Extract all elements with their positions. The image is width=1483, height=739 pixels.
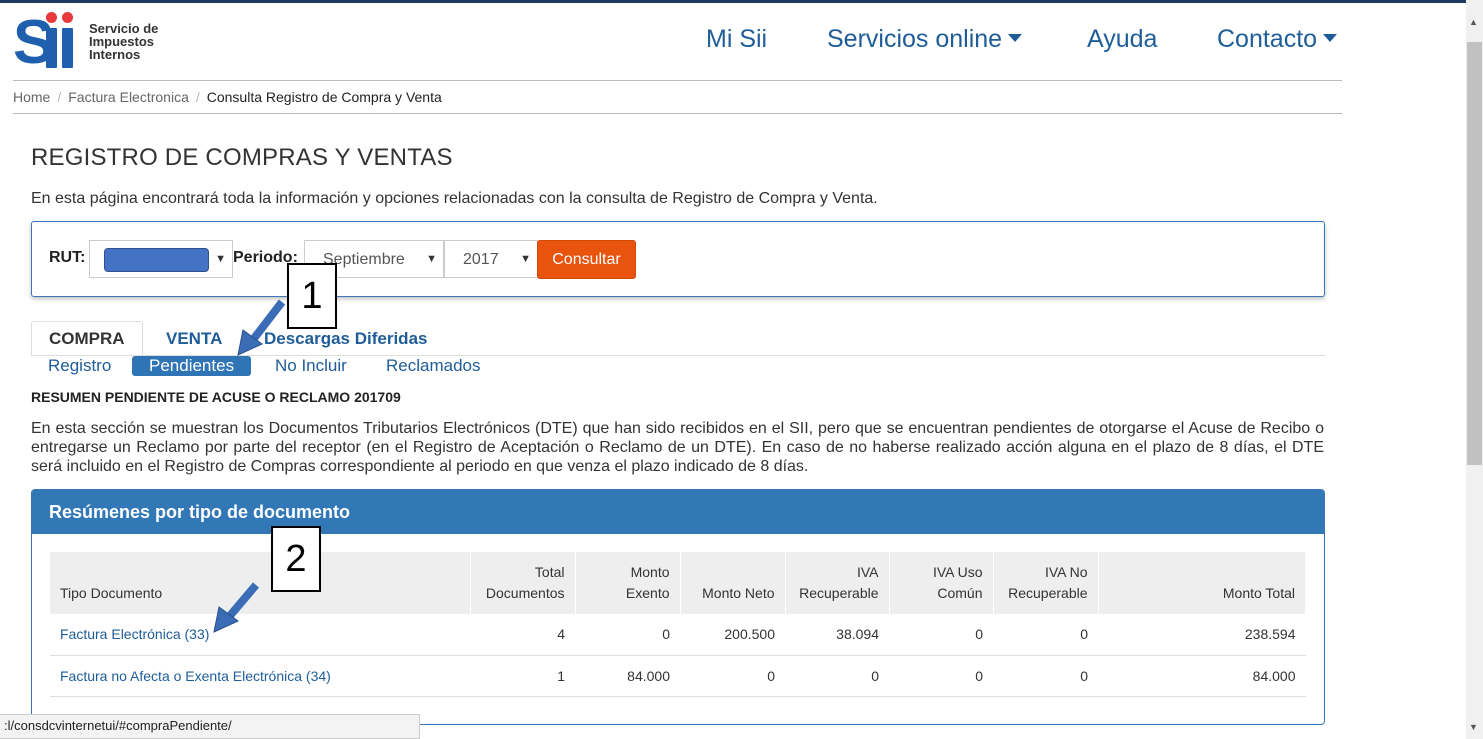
top-accent-bar <box>0 0 1483 3</box>
page-intro: En esta página encontrará toda la inform… <box>31 190 878 207</box>
table-cell: 238.594 <box>1098 614 1306 656</box>
column-header: Monto Exento <box>575 552 681 614</box>
summary-table: Tipo Documento Total Documentos Monto Exen… <box>50 552 1306 697</box>
table-cell: 84.000 <box>575 655 680 697</box>
column-header: Tipo Documento <box>50 552 471 614</box>
rut-select[interactable]: ▼ <box>89 240 233 278</box>
column-header: IVA Uso Común <box>889 552 994 614</box>
rut-redacted-value <box>104 248 209 272</box>
table-row: Factura no Afecta o Exenta Electrónica (… <box>50 655 1306 697</box>
column-header: Total Documentos <box>470 552 576 614</box>
nav-mi-sii[interactable]: Mi Sii <box>706 25 767 54</box>
sii-logo-text: Servicio de Impuestos Internos <box>89 20 159 62</box>
subtab-reclamados[interactable]: Reclamados <box>386 356 481 376</box>
year-select[interactable]: 2017 ▼ <box>444 240 538 278</box>
nav-ayuda[interactable]: Ayuda <box>1087 25 1157 54</box>
document-type-link[interactable]: Factura no Afecta o Exenta Electrónica (… <box>50 655 470 697</box>
nav-contacto[interactable]: Contacto <box>1217 25 1338 54</box>
table-cell: 0 <box>575 614 680 656</box>
page-title: REGISTRO DE COMPRAS Y VENTAS <box>31 144 453 171</box>
callout-2: 2 <box>271 526 321 592</box>
subtab-no-incluir[interactable]: No Incluir <box>275 356 347 376</box>
sii-logo-mark: S <box>13 12 79 74</box>
status-bar-url: :l/consdcvinternetui/#compraPendiente/ <box>0 714 420 739</box>
summary-panel-title: Resúmenes por tipo de documento <box>32 490 1324 534</box>
caret-down-icon <box>1323 34 1338 43</box>
sii-logo[interactable]: S Servicio de Impuestos Internos <box>13 12 159 74</box>
table-cell: 0 <box>993 655 1098 697</box>
caret-down-icon <box>1008 34 1023 43</box>
breadcrumb: Home / Factura Electronica / Consulta Regist… <box>13 89 442 105</box>
table-cell: 4 <box>470 614 575 656</box>
table-cell: 0 <box>889 655 993 697</box>
tab-venta[interactable]: VENTA <box>166 321 222 356</box>
tab-compra[interactable]: COMPRA <box>31 321 143 356</box>
dropdown-arrow-icon: ▼ <box>215 253 226 265</box>
table-cell: 84.000 <box>1098 655 1306 697</box>
table-cell: 38.094 <box>785 614 889 656</box>
column-header: Monto Neto <box>680 552 786 614</box>
document-type-link[interactable]: Factura Electrónica (33) <box>50 614 470 656</box>
breadcrumb-factura-electronica[interactable]: Factura Electronica <box>68 89 189 105</box>
table-cell: 0 <box>680 655 785 697</box>
subtab-pendientes[interactable]: Pendientes <box>132 356 252 376</box>
table-cell: 200.500 <box>680 614 785 656</box>
column-header: IVA No Recuperable <box>993 552 1099 614</box>
table-cell: 0 <box>993 614 1098 656</box>
section-heading: RESUMEN PENDIENTE DE ACUSE O RECLAMO 201… <box>31 389 401 405</box>
column-header: IVA Recuperable <box>785 552 890 614</box>
subtab-registro[interactable]: Registro <box>48 356 111 376</box>
callout-1: 1 <box>287 263 337 329</box>
dropdown-arrow-icon: ▼ <box>520 253 531 265</box>
column-header: Monto Total <box>1098 552 1306 614</box>
section-description: En esta sección se muestran los Document… <box>31 420 1324 475</box>
header-divider <box>13 80 1342 81</box>
scrollbar-thumb[interactable] <box>1467 42 1482 465</box>
table-cell: 1 <box>470 655 575 697</box>
filter-form: RUT: ▼ Periodo: Septiembre ▼ 2017 ▼ Cons… <box>31 221 1325 297</box>
table-cell: 0 <box>889 614 993 656</box>
scroll-down-icon[interactable]: ▼ <box>1469 722 1478 732</box>
consultar-button[interactable]: Consultar <box>537 240 636 279</box>
summary-panel: Resúmenes por tipo de documento Tipo Doc… <box>31 489 1325 725</box>
dropdown-arrow-icon: ▼ <box>426 253 437 265</box>
breadcrumb-current: Consulta Registro de Compra y Venta <box>206 89 442 105</box>
scroll-up-icon[interactable]: ▲ <box>1469 17 1478 27</box>
table-row: Factura Electrónica (33) 4 0 200.500 38.… <box>50 614 1306 656</box>
rut-label: RUT: <box>49 249 86 266</box>
nav-servicios-online[interactable]: Servicios online <box>827 25 1023 54</box>
breadcrumb-divider <box>13 113 1342 114</box>
table-cell: 0 <box>785 655 889 697</box>
breadcrumb-home[interactable]: Home <box>13 89 50 105</box>
